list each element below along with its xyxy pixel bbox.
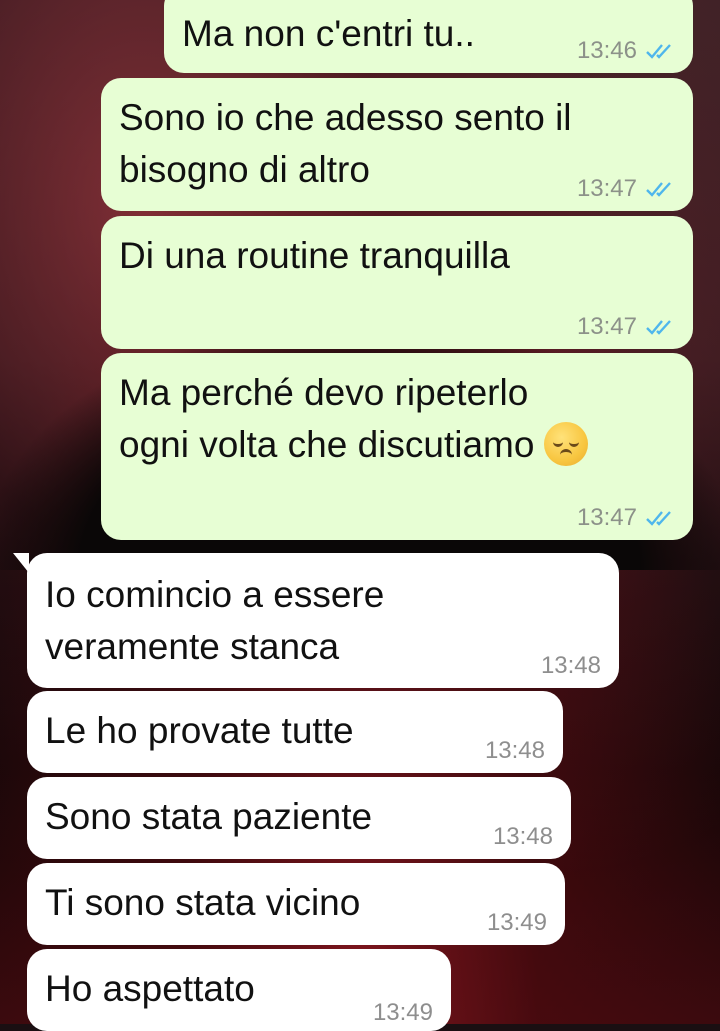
message-text-line: Sono io che adesso sento il	[119, 97, 572, 138]
message-bubble-incoming[interactable]: Ho aspettato 13:49	[27, 949, 451, 1031]
message-text: Di una routine tranquilla	[119, 235, 510, 276]
double-check-icon	[645, 180, 675, 198]
message-text: Sono stata paziente	[45, 796, 373, 837]
message-meta: 13:49	[487, 909, 547, 937]
message-bubble-incoming[interactable]: Sono stata paziente 13:48	[27, 777, 571, 859]
double-check-icon	[645, 509, 675, 527]
message-time: 13:49	[372, 999, 433, 1026]
message-text-line: ogni volta che discutiamo	[119, 419, 589, 471]
message-meta: 13:47	[577, 504, 675, 532]
message-bubble-outgoing[interactable]: Ma perché devo ripeterlo ogni volta che …	[101, 353, 693, 540]
message-bubble-outgoing[interactable]: Di una routine tranquilla 13:47	[101, 216, 693, 349]
message-meta: 13:49	[373, 999, 433, 1027]
message-time: 13:46	[576, 37, 637, 64]
message-time: 13:47	[576, 504, 637, 531]
message-text: Ho aspettato	[45, 968, 255, 1009]
message-meta: 13:48	[541, 652, 601, 680]
message-time: 13:48	[540, 652, 601, 679]
message-text: Le ho provate tutte	[45, 710, 354, 751]
message-text-line: Io comincio a essere	[45, 574, 385, 615]
message-meta: 13:46	[577, 37, 675, 65]
message-bubble-incoming[interactable]: Io comincio a essere veramente stanca 13…	[13, 553, 619, 688]
message-text: Ma non c'entri tu..	[182, 13, 475, 54]
message-time: 13:47	[576, 175, 637, 202]
message-meta: 13:48	[493, 823, 553, 851]
bubble-tail	[13, 553, 29, 573]
message-text-line: bisogno di altro	[119, 149, 370, 190]
pensive-face-emoji	[544, 422, 589, 466]
double-check-icon	[645, 318, 675, 336]
message-text: Ti sono stata vicino	[45, 882, 361, 923]
message-bubble-outgoing[interactable]: Ma non c'entri tu.. 13:46	[164, 0, 693, 73]
message-meta: 13:47	[577, 313, 675, 341]
message-time: 13:48	[484, 737, 545, 764]
message-text-line: veramente stanca	[45, 626, 340, 667]
message-time: 13:48	[492, 823, 553, 850]
message-bubble-outgoing[interactable]: Sono io che adesso sento il bisogno di a…	[101, 78, 693, 211]
double-check-icon	[645, 42, 675, 60]
message-bubble-incoming[interactable]: Le ho provate tutte 13:48	[27, 691, 563, 773]
message-meta: 13:48	[485, 737, 545, 765]
message-text-line: Ma perché devo ripeterlo	[119, 372, 529, 413]
message-time: 13:47	[576, 313, 637, 340]
message-meta: 13:47	[577, 175, 675, 203]
message-time: 13:49	[486, 909, 547, 936]
message-bubble-incoming[interactable]: Ti sono stata vicino 13:49	[27, 863, 565, 945]
